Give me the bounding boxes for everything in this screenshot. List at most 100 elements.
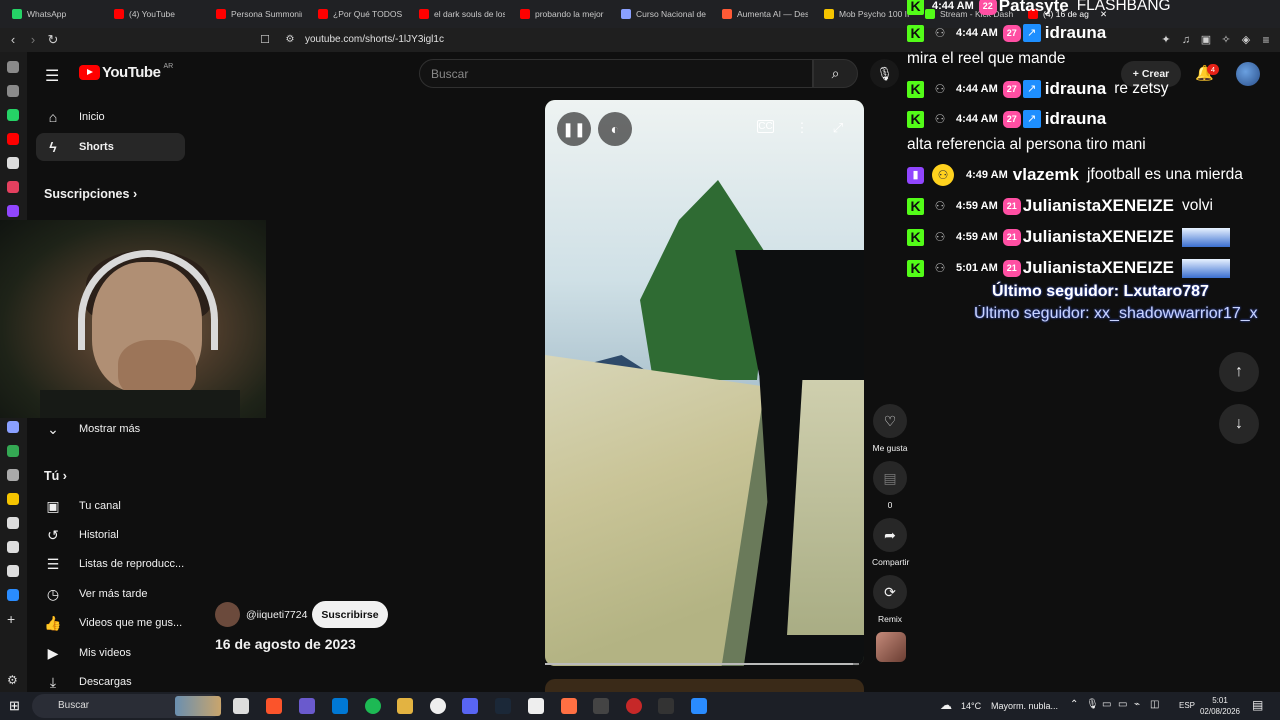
app-icon[interactable] xyxy=(299,698,315,714)
sidebar-item-ver-mas-tarde[interactable]: ◷ Ver más tarde xyxy=(36,580,185,608)
channel-name[interactable]: @iiqueti7724 xyxy=(246,609,307,621)
tray-chevron-icon[interactable]: ⌃ xyxy=(1070,699,1078,710)
discord-icon[interactable] xyxy=(462,698,478,714)
chrome-icon[interactable] xyxy=(7,445,19,457)
weather-temp[interactable]: 14°C xyxy=(961,701,981,711)
account-avatar[interactable] xyxy=(1236,62,1260,86)
next-short-button[interactable]: ↓ xyxy=(1219,404,1259,444)
sidebar-item-mis-videos[interactable]: ▶ Mis videos xyxy=(36,639,185,667)
remix-action[interactable]: ⟳ Remix xyxy=(872,575,908,624)
pause-button[interactable]: ❚❚ xyxy=(557,112,591,146)
tray-icon[interactable]: ⌁ xyxy=(1134,699,1140,710)
app-icon[interactable] xyxy=(7,517,19,529)
weather-desc[interactable]: Mayorm. nubla... xyxy=(991,701,1058,711)
reading-list-icon[interactable] xyxy=(7,85,19,97)
sidebar-item-inicio[interactable]: ⌂ Inicio xyxy=(36,103,185,131)
search-highlight-image[interactable] xyxy=(175,696,221,716)
tab-curso[interactable]: Curso Nacional de xyxy=(621,4,707,24)
url-field[interactable]: youtube.com/shorts/-1lJY3igl1c xyxy=(305,34,444,45)
app-icon[interactable] xyxy=(7,469,19,481)
app-icon[interactable] xyxy=(7,421,19,433)
sidebar-toggle-icon[interactable] xyxy=(7,61,19,73)
windows-start-icon[interactable]: ⊞ xyxy=(9,698,25,714)
tab-dark-souls[interactable]: el dark souls de los xyxy=(419,4,505,24)
sidebar-item-historial[interactable]: ↺ Historial xyxy=(36,521,185,549)
tab-por-que[interactable]: ¿Por Qué TODOS O xyxy=(318,4,404,24)
obs-icon[interactable] xyxy=(626,698,642,714)
app-icon[interactable] xyxy=(7,493,19,505)
you-heading[interactable]: Tú › xyxy=(44,469,67,483)
shield-icon[interactable]: ◈ xyxy=(1238,32,1254,48)
tray-icon[interactable]: ▭ xyxy=(1118,699,1127,710)
app-icon[interactable] xyxy=(7,565,19,577)
steam-icon[interactable] xyxy=(495,698,511,714)
ai-icon[interactable]: ✧ xyxy=(1218,32,1234,48)
subscribe-button[interactable]: Suscribirse xyxy=(312,601,388,628)
bookmark-icon[interactable]: ☐ xyxy=(257,32,273,48)
volume-button[interactable]: ◐ xyxy=(598,112,632,146)
twitch-icon[interactable] xyxy=(7,205,19,217)
sidebar-item-tu-canal[interactable]: ▣ Tu canal xyxy=(36,492,185,520)
search-input[interactable] xyxy=(431,60,791,87)
search-button[interactable]: ⌕ xyxy=(813,59,858,88)
hamburger-menu-icon[interactable]: ☰ xyxy=(45,66,59,86)
extension-icon[interactable]: ✦ xyxy=(1158,32,1174,48)
youtube-icon[interactable] xyxy=(7,133,19,145)
app-icon[interactable] xyxy=(593,698,609,714)
reload-icon[interactable]: ↻ xyxy=(45,32,61,48)
share-action[interactable]: ➦ Compartir xyxy=(872,518,909,567)
sidebar-item-listas[interactable]: ☰ Listas de reproducc... xyxy=(36,550,185,578)
sidebar-item-shorts[interactable]: ϟ Shorts xyxy=(36,133,185,161)
whatsapp-icon[interactable] xyxy=(7,109,19,121)
notification-center-icon[interactable]: ▤ xyxy=(1252,698,1263,712)
x-icon[interactable] xyxy=(7,157,19,169)
file-explorer-icon[interactable] xyxy=(233,698,249,714)
audio-thumbnail[interactable] xyxy=(876,632,906,662)
sidebar-item-videos-me-gustan[interactable]: 👍 Videos que me gus... xyxy=(36,609,185,637)
comments-action[interactable]: ▤ 0 xyxy=(872,461,908,510)
voice-search-button[interactable]: 🎙 xyxy=(870,59,899,88)
settings-icon[interactable]: ⚙ xyxy=(7,674,19,686)
app-icon[interactable] xyxy=(528,698,544,714)
language-indicator[interactable]: ESP xyxy=(1179,701,1195,710)
instagram-icon[interactable] xyxy=(7,181,19,193)
microphone-icon[interactable]: 🎙 xyxy=(1086,699,1099,710)
more-options-icon[interactable]: ⋮ xyxy=(792,120,812,136)
youtube-logo[interactable]: YouTube AR xyxy=(79,63,173,81)
short-video-player[interactable]: ❚❚ ◐ CC ⋮ ⤢ xyxy=(545,100,864,666)
subscriptions-heading[interactable]: Suscripciones › xyxy=(44,187,137,201)
site-info-icon[interactable]: ⚙ xyxy=(282,32,298,48)
spotify-icon[interactable] xyxy=(365,698,381,714)
app-icon[interactable] xyxy=(561,698,577,714)
folder-icon[interactable] xyxy=(397,698,413,714)
tab-youtube[interactable]: (4) YouTube xyxy=(114,4,206,24)
video-progress-bar[interactable] xyxy=(545,663,859,665)
tab-mob-psycho[interactable]: Mob Psycho 100 II xyxy=(824,4,910,24)
like-action[interactable]: ♡ Me gusta xyxy=(872,404,908,453)
menu-icon[interactable]: ≡ xyxy=(1258,32,1274,48)
epic-games-icon[interactable] xyxy=(658,698,674,714)
previous-short-button[interactable]: ↑ xyxy=(1219,352,1259,392)
app-icon[interactable] xyxy=(430,698,446,714)
tab-probando[interactable]: probando la mejor xyxy=(520,4,606,24)
tab-persona[interactable]: Persona Summonin xyxy=(216,4,302,24)
tab-aumenta[interactable]: Aumenta AI — Des xyxy=(722,4,808,24)
brave-icon[interactable] xyxy=(266,698,282,714)
show-more-button[interactable]: ⌄ Mostrar más xyxy=(36,415,185,443)
tray-icon[interactable]: ▭ xyxy=(1102,699,1111,710)
add-icon[interactable]: + xyxy=(7,612,19,626)
fullscreen-icon[interactable]: ⤢ xyxy=(828,120,848,136)
captions-icon[interactable]: CC xyxy=(757,120,774,133)
channel-avatar[interactable] xyxy=(215,602,240,627)
back-icon[interactable]: ‹ xyxy=(5,32,21,48)
wallet-icon[interactable]: ▣ xyxy=(1198,32,1214,48)
music-icon[interactable]: ♫ xyxy=(1178,32,1194,48)
store-icon[interactable] xyxy=(332,698,348,714)
taskbar-clock[interactable]: 5:01 02/08/2026 xyxy=(1195,695,1245,717)
app-icon[interactable] xyxy=(691,698,707,714)
tray-icon[interactable]: ◫ xyxy=(1150,699,1159,710)
tab-whatsapp[interactable]: WhatsApp xyxy=(12,4,102,24)
app-icon[interactable] xyxy=(7,541,19,553)
forward-icon[interactable]: › xyxy=(25,32,41,48)
app-icon[interactable] xyxy=(7,589,19,601)
